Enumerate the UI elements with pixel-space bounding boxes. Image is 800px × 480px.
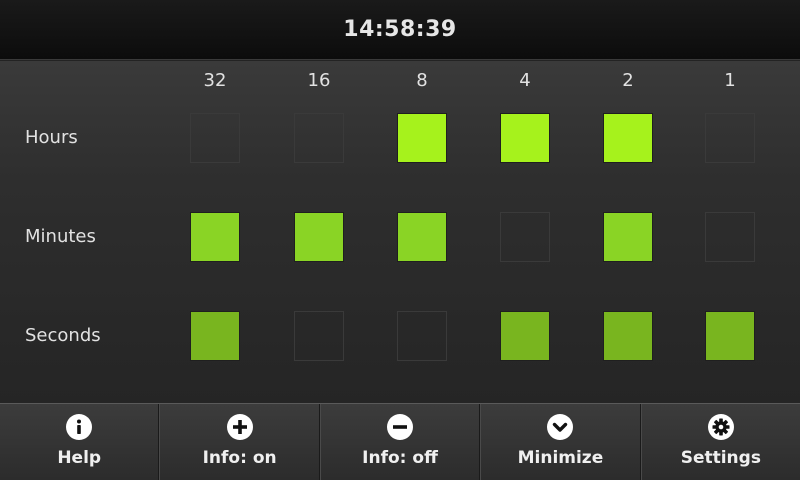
title-bar: 14:58:39: [0, 0, 800, 60]
row-label-minutes: Minutes: [25, 226, 96, 247]
settings-button[interactable]: Settings: [640, 404, 800, 480]
help-button[interactable]: Help: [0, 404, 160, 480]
info-on-label: Info: on: [202, 448, 277, 468]
cell-seconds-2: [603, 311, 653, 361]
column-header-16: 16: [307, 70, 331, 91]
binary-clock-grid: 32 16 8 4 2 1 Hours Minutes Seconds: [0, 61, 800, 403]
cell-seconds-16: [294, 311, 344, 361]
minimize-label: Minimize: [517, 448, 604, 468]
cell-hours-2: [603, 113, 653, 163]
clock-time: 14:58:39: [343, 17, 457, 42]
info-off-label: Info: off: [362, 448, 438, 468]
bottom-toolbar: Help Info: on Info: off Minimize Setting…: [0, 403, 800, 480]
column-header-2: 2: [622, 70, 634, 91]
settings-label: Settings: [680, 448, 761, 468]
column-header-8: 8: [416, 70, 428, 91]
cell-seconds-4: [500, 311, 550, 361]
cell-seconds-8: [397, 311, 447, 361]
cell-minutes-16: [294, 212, 344, 262]
cell-hours-4: [500, 113, 550, 163]
cell-seconds-32: [190, 311, 240, 361]
info-off-button[interactable]: Info: off: [319, 404, 481, 480]
column-header-1: 1: [724, 70, 736, 91]
cell-hours-16: [294, 113, 344, 163]
cell-minutes-2: [603, 212, 653, 262]
gear-icon: [707, 414, 734, 440]
cell-hours-1: [705, 113, 755, 163]
row-label-hours: Hours: [25, 127, 78, 148]
cell-minutes-1: [705, 212, 755, 262]
column-header-32: 32: [203, 70, 227, 91]
chevron-down-icon: [547, 414, 574, 440]
row-label-seconds: Seconds: [25, 325, 101, 346]
cell-hours-8: [397, 113, 447, 163]
minus-icon: [387, 414, 414, 440]
cell-seconds-1: [705, 311, 755, 361]
info-on-button[interactable]: Info: on: [159, 404, 320, 480]
minimize-button[interactable]: Minimize: [480, 404, 641, 480]
info-icon: [66, 414, 93, 440]
plus-icon: [226, 414, 253, 440]
help-label: Help: [57, 448, 102, 468]
cell-hours-32: [190, 113, 240, 163]
column-header-4: 4: [519, 70, 531, 91]
cell-minutes-32: [190, 212, 240, 262]
cell-minutes-4: [500, 212, 550, 262]
cell-minutes-8: [397, 212, 447, 262]
